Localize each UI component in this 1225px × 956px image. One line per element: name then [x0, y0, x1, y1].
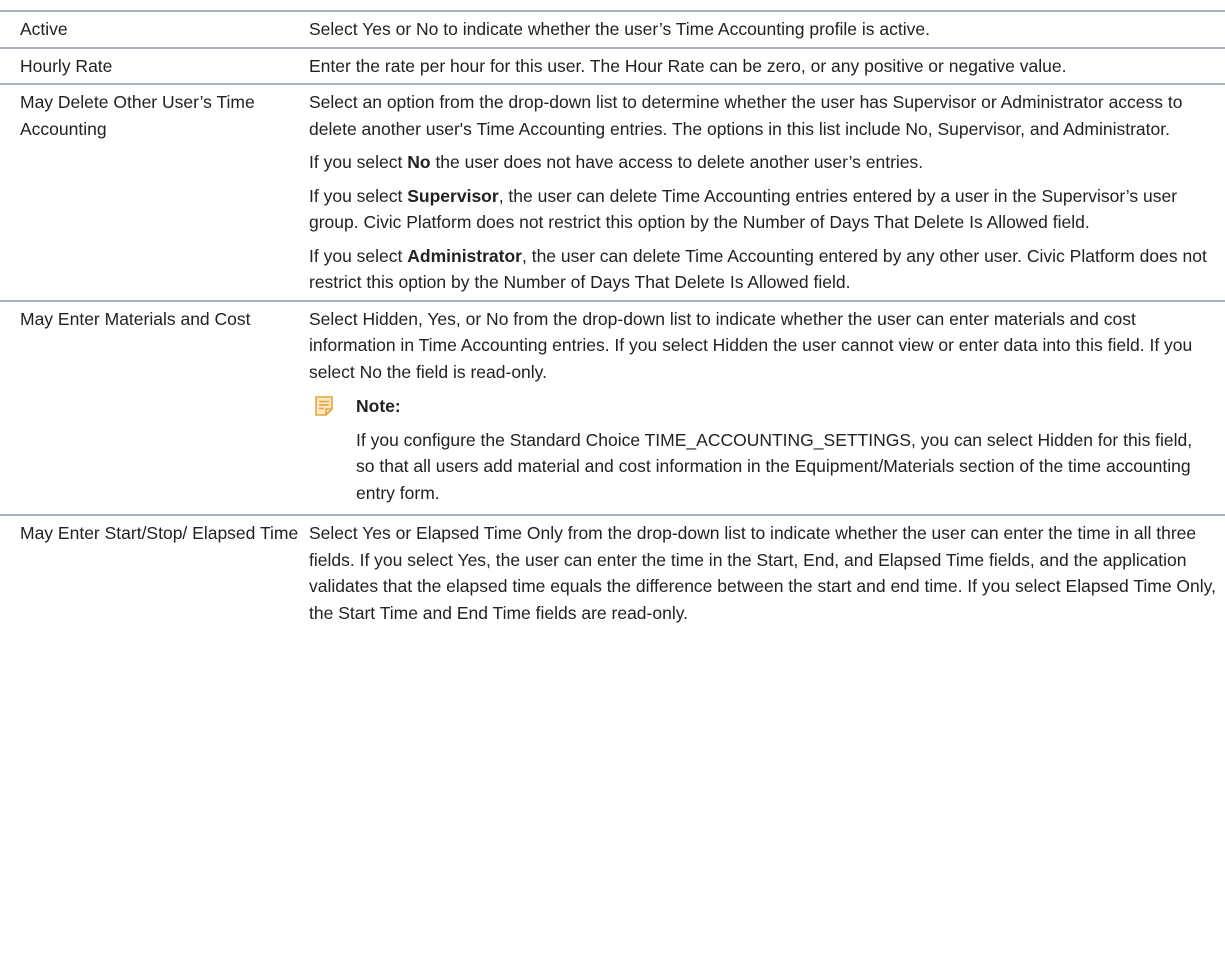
table-row: May Enter Start/Stop/ Elapsed Time Selec…: [0, 515, 1225, 630]
field-description: Select Yes or Elapsed Time Only from the…: [309, 523, 1216, 623]
field-name-cell: May Enter Start/Stop/ Elapsed Time: [0, 515, 309, 630]
field-description-cell: Select Hidden, Yes, or No from the drop-…: [309, 301, 1225, 516]
field-description-cell: Enter the rate per hour for this user. T…: [309, 48, 1225, 85]
option-administrator-paragraph: If you select Administrator, the user ca…: [309, 243, 1217, 296]
note-title: Note:: [356, 396, 401, 416]
option-supervisor-term: Supervisor: [407, 185, 499, 206]
note-icon-graphic: [315, 396, 333, 416]
field-description: Select Hidden, Yes, or No from the drop-…: [309, 308, 1193, 382]
field-name-cell: Active: [0, 11, 309, 48]
note-icon: [309, 393, 356, 506]
field-description: Enter the rate per hour for this user. T…: [309, 55, 1067, 76]
option-no-term: No: [407, 152, 431, 172]
field-description: Select Yes or No to indicate whether the…: [309, 19, 930, 39]
paragraph-text: If you select: [309, 152, 408, 172]
option-supervisor-paragraph: If you select Supervisor, the user can d…: [309, 183, 1217, 236]
table-row: Hourly Rate Enter the rate per hour for …: [0, 47, 1225, 85]
field-name: May Enter Materials and Cost: [20, 308, 251, 329]
field-description-cell: Select Yes or Elapsed Time Only from the…: [309, 515, 1225, 630]
option-no-paragraph: If you select No the user does not have …: [309, 149, 1217, 176]
note-block: Note: If you configure the Standard Choi…: [309, 393, 1217, 506]
paragraph-text: If you select: [309, 185, 408, 206]
field-name: Hourly Rate: [20, 55, 113, 76]
field-description-cell: Select an option from the drop-down list…: [309, 84, 1225, 301]
field-name: Active: [20, 19, 68, 39]
paragraph-text: the user does not have access to delete …: [430, 152, 924, 172]
field-name-cell: Hourly Rate: [0, 48, 309, 85]
option-administrator-term: Administrator: [407, 245, 522, 266]
field-description-cell: Select Yes or No to indicate whether the…: [309, 11, 1225, 48]
field-name: May Delete Other User’s Time Accounting: [20, 92, 255, 139]
field-name-cell: May Delete Other User’s Time Accounting: [0, 84, 309, 301]
note-text: If you configure the Standard Choice TIM…: [356, 429, 1193, 503]
field-name: May Enter Start/Stop/ Elapsed Time: [20, 523, 299, 543]
table-row: May Enter Materials and Cost Select Hidd…: [0, 300, 1225, 516]
field-description: Select an option from the drop-down list…: [309, 92, 1183, 139]
field-name-cell: May Enter Materials and Cost: [0, 301, 309, 516]
table-row: May Delete Other User’s Time Accounting …: [0, 84, 1225, 301]
paragraph-text: If you select: [309, 245, 408, 266]
note-body: Note: If you configure the Standard Choi…: [356, 393, 1217, 506]
table-row: Active Select Yes or No to indicate whet…: [0, 11, 1225, 48]
field-description-table: Active Select Yes or No to indicate whet…: [0, 10, 1225, 630]
